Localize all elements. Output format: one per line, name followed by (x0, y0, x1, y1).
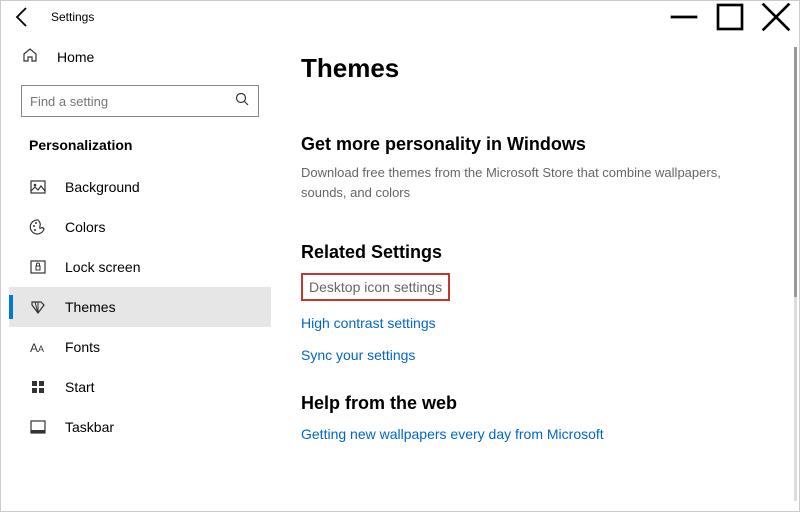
scrollbar-thumb[interactable] (794, 47, 797, 297)
sidebar-item-taskbar[interactable]: Taskbar (9, 407, 271, 447)
back-button[interactable] (11, 5, 35, 29)
home-nav[interactable]: Home (9, 37, 271, 77)
sidebar-item-colors[interactable]: Colors (9, 207, 271, 247)
sidebar-item-lockscreen[interactable]: Lock screen (9, 247, 271, 287)
link-high-contrast-settings[interactable]: High contrast settings (301, 315, 769, 331)
sidebar-item-themes[interactable]: Themes (9, 287, 271, 327)
sidebar-item-label: Lock screen (65, 259, 140, 275)
window-body: Home Personalization Background (1, 33, 799, 511)
svg-text:A: A (38, 344, 44, 354)
window-controls (661, 1, 799, 33)
search-icon (234, 91, 250, 112)
sidebar-item-label: Taskbar (65, 419, 114, 435)
window-title: Settings (51, 10, 94, 24)
search-field[interactable] (30, 94, 234, 109)
home-icon (21, 46, 39, 69)
taskbar-icon (29, 418, 47, 436)
related-heading: Related Settings (301, 242, 769, 263)
scrollbar[interactable] (794, 47, 797, 501)
minimize-button[interactable] (661, 1, 707, 33)
fonts-icon: AA (29, 338, 47, 356)
start-icon (29, 378, 47, 396)
maximize-button[interactable] (707, 1, 753, 33)
image-icon (29, 178, 47, 196)
titlebar: Settings (1, 1, 799, 33)
sidebar-item-label: Colors (65, 219, 105, 235)
nav-list: Background Colors Lock screen (9, 167, 271, 447)
sidebar-item-label: Background (65, 179, 140, 195)
sidebar-item-start[interactable]: Start (9, 367, 271, 407)
personality-desc: Download free themes from the Microsoft … (301, 163, 751, 202)
sidebar-item-label: Fonts (65, 339, 100, 355)
lockscreen-icon (29, 258, 47, 276)
sidebar: Home Personalization Background (1, 33, 271, 511)
sidebar-item-label: Start (65, 379, 95, 395)
page-title: Themes (301, 53, 769, 84)
content-area: Themes Get more personality in Windows D… (271, 33, 799, 511)
category-header: Personalization (9, 129, 271, 167)
help-heading: Help from the web (301, 393, 769, 414)
svg-text:A: A (30, 341, 38, 355)
palette-icon (29, 218, 47, 236)
sidebar-item-label: Themes (65, 299, 116, 315)
close-button[interactable] (753, 1, 799, 33)
link-help-wallpapers[interactable]: Getting new wallpapers every day from Mi… (301, 426, 769, 442)
sidebar-item-background[interactable]: Background (9, 167, 271, 207)
themes-icon (29, 298, 47, 316)
home-label: Home (57, 49, 94, 65)
link-sync-your-settings[interactable]: Sync your settings (301, 347, 769, 363)
personality-heading: Get more personality in Windows (301, 134, 769, 155)
link-desktop-icon-settings[interactable]: Desktop icon settings (301, 273, 450, 301)
search-input[interactable] (21, 85, 259, 117)
sidebar-item-fonts[interactable]: AA Fonts (9, 327, 271, 367)
settings-window: Settings Home (0, 0, 800, 512)
